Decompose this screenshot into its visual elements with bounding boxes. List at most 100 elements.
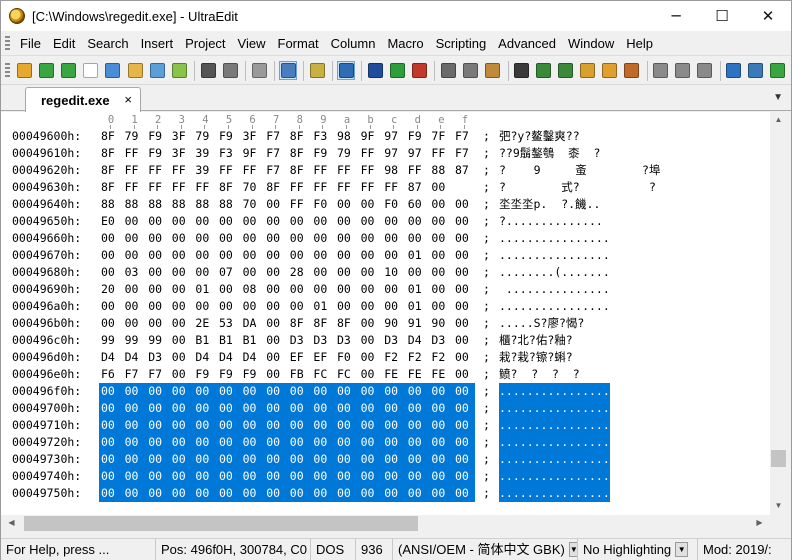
hex-byte[interactable]: 00 bbox=[311, 281, 335, 298]
hex-byte[interactable]: 00 bbox=[311, 383, 336, 400]
hex-row[interactable]: 00049730h: 00 00 00 00 00 00 00 00 00 00 00 00 00 00 00… bbox=[1, 451, 770, 468]
hex-byte[interactable]: B1 bbox=[193, 332, 217, 349]
hex-row[interactable]: 000496e0h: F6 F7 F7 00 F9 F9 F9 00 FB FC FC 00 FE FE FE… bbox=[1, 366, 770, 383]
vertical-scroll-thumb[interactable] bbox=[771, 450, 786, 467]
hex-byte[interactable]: 00 bbox=[405, 485, 430, 502]
hex-byte[interactable]: 00 bbox=[453, 451, 475, 468]
hex-byte[interactable]: 00 bbox=[453, 213, 477, 230]
hex-byte[interactable]: 00 bbox=[146, 281, 170, 298]
menu-edit[interactable]: Edit bbox=[49, 32, 79, 56]
hex-byte[interactable]: 00 bbox=[429, 264, 453, 281]
hex-byte[interactable]: 00 bbox=[217, 485, 241, 502]
hex-byte[interactable]: 00 bbox=[382, 434, 407, 451]
hex-byte[interactable]: 00 bbox=[193, 468, 218, 485]
hex-byte[interactable]: FE bbox=[382, 366, 406, 383]
hex-byte[interactable]: 00 bbox=[406, 213, 430, 230]
hex-byte[interactable]: 00 bbox=[311, 264, 335, 281]
hex-byte[interactable]: 00 bbox=[453, 400, 475, 417]
hex-byte[interactable]: 88 bbox=[193, 196, 217, 213]
browser-icon[interactable] bbox=[725, 61, 743, 80]
hex-byte[interactable]: 00 bbox=[264, 468, 289, 485]
hex-byte[interactable]: 8F bbox=[99, 128, 123, 145]
hex-byte[interactable]: 00 bbox=[99, 434, 123, 451]
menu-format[interactable]: Format bbox=[274, 32, 323, 56]
hex-byte[interactable]: 00 bbox=[453, 468, 475, 485]
hex-byte[interactable]: 00 bbox=[170, 247, 194, 264]
vertical-scrollbar[interactable]: ▲ ▼ bbox=[770, 112, 787, 515]
hex-row[interactable]: 00049690h: 20 00 00 00 01 00 08 00 00 00 00 00 00 01 00… bbox=[1, 281, 770, 298]
hex-byte[interactable]: 00 bbox=[241, 247, 265, 264]
hex-byte[interactable]: FF bbox=[288, 179, 312, 196]
hex-byte[interactable]: 00 bbox=[146, 485, 171, 502]
hex-byte[interactable]: 97 bbox=[406, 145, 430, 162]
hex-byte[interactable]: 00 bbox=[146, 264, 170, 281]
hex-byte[interactable]: 00 bbox=[264, 434, 289, 451]
hex-byte[interactable]: FF bbox=[335, 179, 359, 196]
hex-byte[interactable]: 00 bbox=[359, 247, 383, 264]
hex-byte[interactable]: 00 bbox=[123, 315, 147, 332]
hex-byte[interactable]: 00 bbox=[217, 417, 241, 434]
hex-byte[interactable]: 00 bbox=[429, 247, 453, 264]
hex-byte[interactable]: 8F bbox=[311, 315, 335, 332]
hex-byte[interactable]: 00 bbox=[170, 349, 194, 366]
hex-byte[interactable]: 00 bbox=[264, 196, 288, 213]
hex-byte[interactable]: 00 bbox=[217, 383, 241, 400]
hex-byte[interactable]: F7 bbox=[264, 128, 288, 145]
hex-byte[interactable]: F9 bbox=[217, 128, 241, 145]
hex-byte[interactable]: 00 bbox=[335, 230, 359, 247]
menu-window[interactable]: Window bbox=[564, 32, 618, 56]
hex-byte[interactable]: 00 bbox=[122, 468, 147, 485]
hex-byte[interactable]: 00 bbox=[193, 264, 217, 281]
ascii-text[interactable]: 坔坔坔p. ?.饑.. bbox=[499, 196, 600, 213]
hex-byte[interactable]: 00 bbox=[382, 468, 407, 485]
paste-icon[interactable] bbox=[484, 61, 502, 80]
hex-byte[interactable]: FC bbox=[335, 366, 359, 383]
hex-byte[interactable]: FF bbox=[311, 162, 335, 179]
hex-byte[interactable]: 00 bbox=[264, 213, 288, 230]
ascii-text[interactable]: ................ bbox=[499, 417, 610, 434]
find-prev-icon[interactable] bbox=[535, 61, 553, 80]
toolbar-grip-icon[interactable] bbox=[5, 62, 10, 79]
hex-byte[interactable]: 00 bbox=[264, 485, 289, 502]
hex-byte[interactable]: 00 bbox=[146, 383, 171, 400]
tile-icon[interactable] bbox=[674, 61, 692, 80]
scroll-up-arrow-icon[interactable]: ▲ bbox=[770, 115, 787, 124]
hex-byte[interactable]: 00 bbox=[453, 485, 475, 502]
hex-row[interactable]: 00049670h: 00 00 00 00 00 00 00 00 00 00 00 00 00 01 00… bbox=[1, 247, 770, 264]
ascii-text[interactable]: .....S?廖?愒? bbox=[499, 315, 584, 332]
hex-byte[interactable]: F0 bbox=[382, 196, 406, 213]
hex-byte[interactable]: 00 bbox=[193, 247, 217, 264]
hex-byte[interactable]: 00 bbox=[335, 485, 359, 502]
hex-byte[interactable]: FF bbox=[123, 179, 147, 196]
hex-byte[interactable]: 00 bbox=[288, 247, 312, 264]
hex-byte[interactable]: 01 bbox=[406, 247, 430, 264]
hex-byte[interactable]: 00 bbox=[170, 332, 194, 349]
hex-byte[interactable]: 00 bbox=[382, 298, 406, 315]
hex-byte[interactable]: 00 bbox=[359, 366, 383, 383]
hex-byte[interactable]: 00 bbox=[170, 298, 194, 315]
hex-byte[interactable]: EF bbox=[288, 349, 312, 366]
hex-byte[interactable]: 00 bbox=[406, 264, 430, 281]
hex-byte[interactable]: 00 bbox=[240, 400, 265, 417]
hex-byte[interactable]: 00 bbox=[453, 230, 477, 247]
hex-byte[interactable]: 00 bbox=[287, 434, 312, 451]
ascii-text[interactable]: ................ bbox=[499, 485, 610, 502]
hex-byte[interactable]: 00 bbox=[382, 383, 407, 400]
tab-close-icon[interactable]: × bbox=[124, 92, 132, 107]
hex-byte[interactable]: 88 bbox=[146, 196, 170, 213]
hex-byte[interactable]: F7 bbox=[453, 128, 477, 145]
hex-byte[interactable]: F6 bbox=[99, 366, 123, 383]
menu-file[interactable]: File bbox=[16, 32, 45, 56]
hex-byte[interactable]: 00 bbox=[217, 281, 241, 298]
save-icon[interactable] bbox=[148, 61, 166, 80]
hex-byte[interactable]: F3 bbox=[217, 145, 241, 162]
hex-byte[interactable]: 00 bbox=[240, 468, 265, 485]
hex-byte[interactable]: 00 bbox=[335, 196, 359, 213]
hex-byte[interactable]: 00 bbox=[429, 298, 453, 315]
hex-byte[interactable]: 00 bbox=[193, 230, 217, 247]
hex-row[interactable]: 00049700h: 00 00 00 00 00 00 00 00 00 00 00 00 00 00 00… bbox=[1, 400, 770, 417]
print-preview-icon[interactable] bbox=[221, 61, 239, 80]
hex-byte[interactable]: 00 bbox=[169, 468, 194, 485]
hex-byte[interactable]: 00 bbox=[429, 400, 454, 417]
cascade-icon[interactable] bbox=[696, 61, 714, 80]
